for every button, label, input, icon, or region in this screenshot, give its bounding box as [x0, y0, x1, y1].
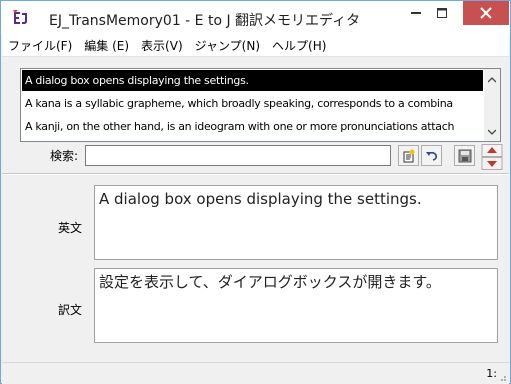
menu-help[interactable]: ヘルプ(H): [265, 37, 331, 54]
spin-down-icon[interactable]: [481, 157, 503, 170]
maximize-button[interactable]: [429, 1, 455, 25]
close-button[interactable]: [463, 1, 509, 25]
translation-label: 訳文: [58, 303, 83, 317]
list-item[interactable]: A kanji, on the other hand, is an ideogr…: [22, 116, 483, 137]
menu-view[interactable]: 表示(V): [134, 37, 188, 54]
undo-icon: [425, 151, 437, 161]
spin-up-icon[interactable]: [481, 144, 503, 157]
minimize-button[interactable]: [403, 1, 429, 25]
status-bar: 1:: [2, 362, 509, 384]
chevron-down-icon: [488, 129, 496, 135]
title-bar[interactable]: EJ_TransMemory01 - E to J 翻訳メモリエディタ: [1, 1, 510, 35]
app-logo-icon: [13, 10, 27, 24]
menu-jump[interactable]: ジャンプ(N): [188, 37, 265, 54]
sentence-list[interactable]: A dialog box opens displaying the settin…: [20, 68, 501, 142]
menu-bar: ファイル(F) 編集 (E) 表示(V) ジャンプ(N) ヘルプ(H): [2, 35, 509, 57]
english-label: 英文: [58, 221, 83, 235]
save-button[interactable]: [454, 145, 475, 166]
maximize-icon: [437, 8, 447, 18]
menu-file[interactable]: ファイル(F): [2, 37, 77, 54]
search-input[interactable]: [85, 145, 391, 166]
minimize-icon: [411, 12, 421, 14]
translation-text-field[interactable]: 設定を表示して、ダイアログボックスが開きます。: [94, 268, 498, 343]
vertical-scrollbar[interactable]: [484, 69, 500, 141]
app-window: EJ_TransMemory01 - E to J 翻訳メモリエディタ ファイル…: [0, 0, 511, 384]
list-item[interactable]: A dialog box opens displaying the settin…: [22, 70, 483, 91]
search-label: 検索:: [50, 149, 79, 163]
record-counter: 1:: [486, 367, 497, 380]
add-entry-icon: [403, 149, 414, 162]
section-divider: [2, 173, 509, 175]
save-icon: [458, 149, 471, 162]
record-spinner[interactable]: [481, 144, 503, 170]
close-icon: [480, 7, 492, 19]
window-title: EJ_TransMemory01 - E to J 翻訳メモリエディタ: [49, 13, 361, 29]
english-text-field[interactable]: A dialog box opens displaying the settin…: [94, 185, 498, 260]
add-entry-button[interactable]: [398, 145, 419, 166]
chevron-up-icon: [488, 77, 496, 83]
undo-button[interactable]: [421, 145, 442, 166]
resize-grip-icon[interactable]: [497, 372, 507, 382]
scroll-down-button[interactable]: [484, 124, 500, 140]
menu-edit[interactable]: 編集 (E): [77, 37, 134, 54]
scroll-up-button[interactable]: [484, 72, 500, 88]
list-item[interactable]: A kana is a syllabic grapheme, which bro…: [22, 93, 483, 114]
